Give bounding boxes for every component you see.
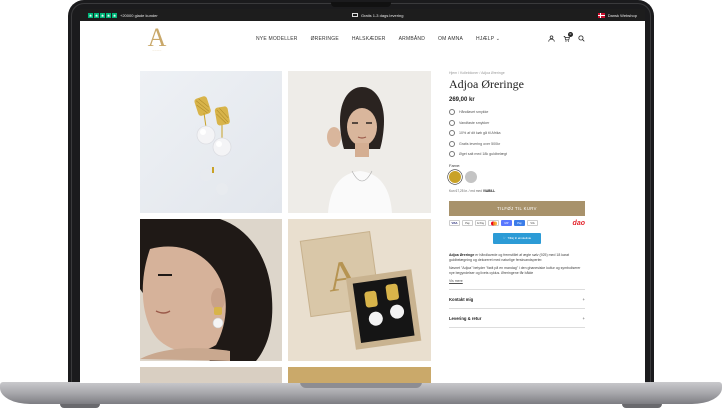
apple-pay-icon: Pay bbox=[462, 220, 473, 226]
reviews-text: +20000 glade kunder bbox=[120, 12, 158, 18]
breadcrumb[interactable]: Hjem / Kollektioner / Adjoa Øreringe bbox=[449, 71, 585, 75]
logo-wordmark: ———— bbox=[152, 50, 162, 52]
nav-item-armband[interactable]: ARMBÅND bbox=[399, 36, 425, 42]
shipping-text: Gratis 1-3 dags levering bbox=[360, 12, 404, 18]
trustpilot-rating[interactable]: ★ ★ ★ ★ ★ +20000 glade kunder bbox=[88, 12, 158, 18]
laptop-frame: ★ ★ ★ ★ ★ +20000 glade kunder Gratis 1-3 dag… bbox=[0, 0, 722, 420]
product-features: Håndlavet smykke Vandfaste smykker 10% a… bbox=[449, 107, 585, 160]
read-more-link[interactable]: Vis mere bbox=[449, 279, 585, 283]
swatch-gold[interactable] bbox=[449, 170, 461, 183]
plus-icon: + bbox=[582, 296, 585, 302]
store-text: Dansk Webshop bbox=[607, 12, 637, 18]
dao-logo: dao bbox=[572, 219, 585, 227]
feature-item: 10% af dit køb gå til Afrika bbox=[449, 128, 585, 139]
cart-icon[interactable]: 0 bbox=[563, 32, 573, 42]
product-info: Hjem / Kollektioner / Adjoa Øreringe Adj… bbox=[449, 71, 585, 329]
accordion-shipping-returns[interactable]: Levering & retur + bbox=[449, 308, 585, 327]
swatch-silver[interactable] bbox=[465, 170, 477, 183]
product-image-model-side[interactable] bbox=[140, 219, 282, 361]
danish-flag-icon bbox=[597, 12, 605, 18]
viabill-pay-icon: VIA bbox=[527, 220, 538, 226]
product-image-5[interactable] bbox=[140, 367, 282, 383]
plus-icon: + bbox=[582, 315, 585, 321]
chevron-down-icon: ⌄ bbox=[495, 36, 501, 42]
gem-icon bbox=[449, 151, 455, 158]
mobilepay-icon: MP bbox=[501, 220, 512, 226]
nav-item-nye-modeller[interactable]: NYE MODELLER bbox=[256, 36, 298, 42]
product-image-model-front[interactable] bbox=[288, 71, 431, 213]
product-image-earrings[interactable] bbox=[140, 71, 282, 213]
google-pay-icon: G Pay bbox=[475, 220, 486, 226]
pay-icon: Pay bbox=[514, 220, 525, 226]
shipping-notice: Gratis 1-3 dags levering bbox=[351, 12, 404, 18]
nav-item-halskaeder[interactable]: HALSKÆDER bbox=[352, 36, 386, 42]
delivery-icon bbox=[449, 140, 455, 147]
camera-notch bbox=[331, 2, 391, 7]
color-swatches bbox=[449, 170, 585, 183]
nav-item-hjaelp[interactable]: HJÆLP ⌄ bbox=[476, 36, 500, 42]
amna-logo[interactable]: A ———— bbox=[144, 24, 170, 54]
add-to-cart-button[interactable]: TILFØJ TIL KURV bbox=[449, 200, 585, 216]
visa-icon: VISA bbox=[449, 220, 460, 226]
color-label: Farve: bbox=[449, 162, 461, 168]
nav-item-oreringe[interactable]: ØRERINGE bbox=[311, 36, 339, 42]
browser-viewport: ★ ★ ★ ★ ★ +20000 glade kunder Gratis 1-3 dag… bbox=[80, 9, 645, 383]
product-price: 269,00 kr bbox=[449, 97, 475, 103]
account-icon[interactable] bbox=[548, 35, 555, 42]
trustpilot-stars-icon: ★ ★ ★ ★ ★ bbox=[88, 12, 117, 18]
cart-count-badge: 0 bbox=[568, 32, 573, 37]
store-locale[interactable]: Dansk Webshop bbox=[597, 12, 637, 18]
product-description: Adjoa Øreringe er håndlavede og fremstil… bbox=[449, 252, 581, 276]
viabill-logo[interactable]: VIABILL bbox=[483, 189, 495, 193]
africa-icon bbox=[449, 130, 455, 137]
header-icons: 0 bbox=[548, 32, 585, 42]
announcement-bar: ★ ★ ★ ★ ★ +20000 glade kunder Gratis 1-3 dag… bbox=[80, 9, 645, 21]
nav-item-hjaelp-label: HJÆLP bbox=[476, 36, 495, 42]
main-nav: NYE MODELLER ØRERINGE HALSKÆDER ARMBÅND … bbox=[256, 21, 500, 57]
hand-icon bbox=[449, 109, 455, 116]
water-drop-icon bbox=[449, 119, 455, 126]
feature-item: Håndlavet smykke bbox=[449, 107, 585, 118]
mastercard-icon bbox=[488, 220, 499, 226]
product-title: Adjoa Øreringe bbox=[449, 77, 524, 91]
wishlist-button[interactable]: ♡ Tilføj til ønskeliste bbox=[493, 232, 541, 244]
accordion-contact[interactable]: Kontakt mig + bbox=[449, 289, 585, 308]
product-image-6[interactable] bbox=[288, 367, 431, 383]
feature-item: Gratis levering over 500kr bbox=[449, 139, 585, 150]
search-icon[interactable] bbox=[578, 35, 585, 42]
nav-item-om-amna[interactable]: OM AMNA bbox=[438, 36, 463, 42]
product-image-gift-box[interactable]: A bbox=[288, 219, 431, 361]
site-header: A ———— NYE MODELLER ØRERINGE HALSKÆDER A… bbox=[80, 21, 645, 57]
logo-letter: A bbox=[147, 23, 167, 52]
delivery-truck-icon bbox=[351, 13, 358, 17]
accordion-group: Kontakt mig + Levering & retur + bbox=[449, 289, 585, 329]
heart-icon: ♡ bbox=[502, 236, 506, 240]
feature-item: Vandfaste smykker bbox=[449, 118, 585, 129]
feature-item: Øget salt med 18k guldbelægt bbox=[449, 149, 585, 160]
payment-methods: VISA Pay G Pay MP Pay VIA dao bbox=[449, 220, 585, 227]
viabill-note: Kun 67,25 kr. / md med VIABILL bbox=[449, 188, 496, 193]
